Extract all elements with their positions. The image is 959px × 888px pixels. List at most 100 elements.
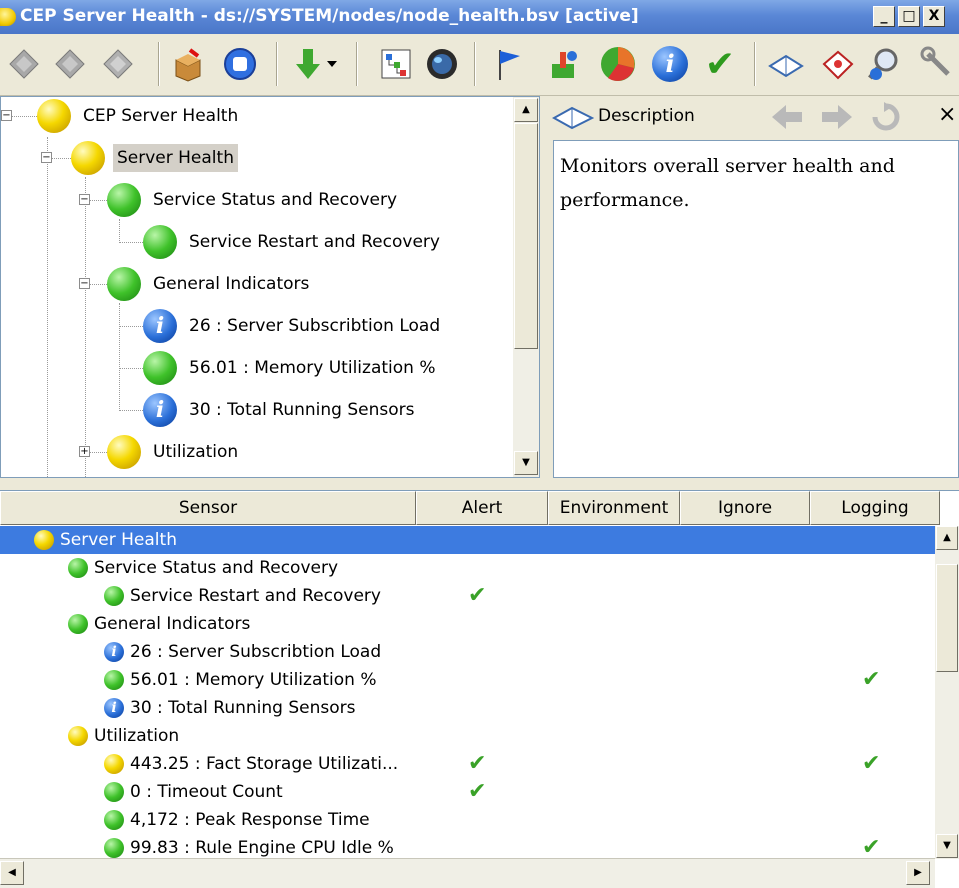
close-panel-button[interactable]: ×	[938, 102, 956, 127]
scroll-up-button[interactable]: ▲	[936, 526, 958, 550]
scroll-up-button[interactable]: ▲	[514, 98, 538, 122]
checkmark-icon[interactable]: ✔	[700, 44, 740, 85]
column-header-alert[interactable]: Alert	[416, 491, 548, 525]
alert-check-icon[interactable]: ✔	[468, 781, 486, 803]
scroll-thumb[interactable]	[514, 123, 538, 349]
toolbar-separator	[474, 42, 476, 86]
tree-node[interactable]: i 30 : Total Running Sensors	[143, 389, 418, 431]
open-box-icon[interactable]	[168, 44, 208, 84]
info-icon: i	[104, 642, 124, 662]
tree-node[interactable]: Utilization	[107, 431, 242, 473]
column-header-ignore[interactable]: Ignore	[680, 491, 810, 525]
scroll-down-button[interactable]: ▼	[936, 834, 958, 858]
tree-node-label: Service Restart and Recovery	[189, 232, 440, 252]
column-header-sensor[interactable]: Sensor	[0, 491, 416, 525]
status-yellow-icon	[34, 530, 54, 550]
sensor-name: 30 : Total Running Sensors	[130, 698, 356, 718]
table-row[interactable]: 56.01 : Memory Utilization % ✔	[0, 666, 935, 694]
table-row[interactable]: i 26 : Server Subscribtion Load	[0, 638, 935, 666]
chevron-down-icon[interactable]	[322, 44, 342, 84]
info-icon: i	[143, 309, 177, 343]
toolbar-separator	[158, 42, 160, 86]
alert-check-icon[interactable]: ✔	[468, 585, 486, 607]
table-row[interactable]: i 30 : Total Running Sensors	[0, 694, 935, 722]
table-row[interactable]: Service Restart and Recovery ✔	[0, 582, 935, 610]
logging-check-icon[interactable]: ✔	[862, 753, 880, 775]
toolbar-separator	[276, 42, 278, 86]
info-icon: i	[143, 393, 177, 427]
wrench-icon[interactable]	[918, 44, 958, 84]
table-row[interactable]: General Indicators	[0, 610, 935, 638]
tree-connector	[119, 410, 143, 411]
zoom-icon[interactable]	[864, 44, 904, 84]
info-icon: i	[104, 698, 124, 718]
description-header: Description ×	[548, 96, 959, 138]
minimize-button[interactable]: _	[873, 6, 895, 27]
tree-connector	[119, 303, 120, 411]
collapse-toggle[interactable]: −	[41, 152, 52, 163]
tree-node[interactable]: Server Health	[71, 137, 238, 179]
tree-scrollbar[interactable]: ▲ ▼	[513, 97, 539, 477]
tree-node-label: Utilization	[153, 442, 239, 462]
sensor-name: Service Restart and Recovery	[130, 586, 381, 606]
tree-connector	[119, 219, 120, 243]
grid-vertical-scrollbar[interactable]: ▲ ▼	[935, 526, 959, 859]
table-row[interactable]: 0 : Timeout Count ✔	[0, 778, 935, 806]
hierarchy-icon[interactable]	[376, 44, 416, 84]
table-row[interactable]: Utilization	[0, 722, 935, 750]
diamond-gray-2-icon[interactable]	[50, 44, 90, 84]
collapse-toggle[interactable]: −	[1, 110, 12, 121]
column-header-logging[interactable]: Logging	[810, 491, 940, 525]
sensor-name: 56.01 : Memory Utilization %	[130, 670, 377, 690]
stop-icon[interactable]	[220, 44, 260, 84]
status-green-icon	[143, 225, 177, 259]
globe-icon[interactable]	[422, 44, 462, 84]
table-row[interactable]: 4,172 : Peak Response Time	[0, 806, 935, 834]
tree-node[interactable]: i 26 : Server Subscribtion Load	[143, 305, 444, 347]
forward-arrow-icon[interactable]	[820, 102, 854, 132]
scroll-left-button[interactable]: ◀	[0, 861, 24, 885]
calendar-icon[interactable]	[818, 44, 858, 84]
info-icon[interactable]: i	[650, 44, 690, 84]
paint-tools-icon[interactable]	[544, 44, 584, 84]
maximize-button[interactable]: □	[898, 6, 920, 27]
refresh-icon[interactable]	[870, 102, 902, 132]
flag-icon[interactable]	[488, 44, 528, 84]
tree-node[interactable]: Service Restart and Recovery	[143, 221, 444, 263]
status-yellow-icon	[37, 99, 71, 133]
tree-pane[interactable]: − − − − + CEP Server Health Server Healt…	[0, 96, 540, 478]
sensor-grid: Sensor Alert Environment Ignore Logging …	[0, 490, 959, 888]
diamond-gray-1-icon[interactable]	[4, 44, 44, 84]
collapse-toggle[interactable]: −	[79, 278, 90, 289]
logging-check-icon[interactable]: ✔	[862, 669, 880, 691]
expand-toggle[interactable]: +	[79, 446, 90, 457]
diamond-gray-3-icon[interactable]	[98, 44, 138, 84]
tree-node[interactable]: Service Status and Recovery	[107, 179, 401, 221]
status-green-icon	[104, 838, 124, 858]
alert-check-icon[interactable]: ✔	[468, 753, 486, 775]
table-row[interactable]: 443.25 : Fact Storage Utilizati... ✔ ✔	[0, 750, 935, 778]
tree-node[interactable]: CEP Server Health	[37, 97, 242, 137]
book-icon[interactable]	[766, 44, 806, 84]
column-header-environment[interactable]: Environment	[548, 491, 680, 525]
toolbar: i ✔	[0, 34, 959, 96]
tree-node[interactable]: 56.01 : Memory Utilization %	[143, 347, 439, 389]
grid-horizontal-scrollbar[interactable]: ◀ ▶	[0, 858, 935, 888]
close-button[interactable]: X	[923, 6, 945, 27]
toolbar-separator	[754, 42, 756, 86]
table-row[interactable]: Service Status and Recovery	[0, 554, 935, 582]
back-arrow-icon[interactable]	[770, 102, 804, 132]
status-green-icon	[107, 183, 141, 217]
scroll-right-button[interactable]: ▶	[906, 861, 930, 885]
collapse-toggle[interactable]: −	[79, 194, 90, 205]
title-bar[interactable]: CEP Server Health - ds://SYSTEM/nodes/no…	[0, 0, 959, 34]
logging-check-icon[interactable]: ✔	[862, 837, 880, 859]
tree-node-label: 26 : Server Subscribtion Load	[189, 316, 441, 336]
tree-connector	[119, 368, 143, 369]
table-row[interactable]: Server Health	[0, 526, 935, 554]
scroll-down-button[interactable]: ▼	[514, 451, 538, 475]
tree-node[interactable]: General Indicators	[107, 263, 313, 305]
scroll-thumb[interactable]	[936, 564, 958, 672]
status-green-icon	[107, 267, 141, 301]
pie-chart-icon[interactable]	[598, 44, 638, 84]
